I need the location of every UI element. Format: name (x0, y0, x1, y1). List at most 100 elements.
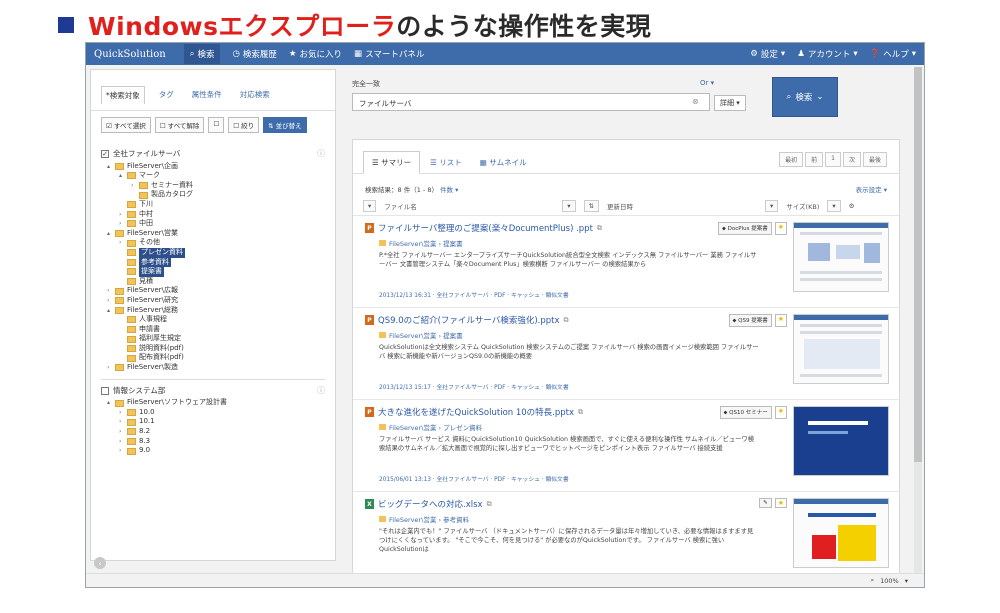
tab-tags[interactable]: タグ (155, 86, 178, 104)
tree-node[interactable]: › セミナー資料 (101, 181, 325, 191)
expand-caret-icon[interactable]: › (119, 437, 127, 447)
nav-history[interactable]: ◷ 検索履歴 (232, 48, 276, 60)
tree-node[interactable]: › FileServer\研究 (101, 296, 325, 306)
tree-node[interactable]: › FileServer\広報 (101, 286, 325, 296)
tree-node[interactable]: 下川 (101, 200, 325, 210)
nav-favorites[interactable]: ★ お気に入り (289, 48, 342, 60)
column-sort-button[interactable]: ⇅ (583, 199, 599, 212)
result-thumbnail[interactable] (793, 498, 889, 568)
scrollbar-thumb[interactable] (914, 67, 922, 462)
result-thumbnail[interactable] (793, 314, 889, 384)
deselect-all-button[interactable]: ☐ すべて解除 (154, 117, 205, 133)
result-thumbnail[interactable] (793, 406, 889, 476)
search-button[interactable]: ⌕ 検索 ⌄ (772, 77, 838, 117)
nav-help[interactable]: ❓ ヘルプ ▾ (870, 48, 916, 60)
column-menu-button[interactable]: ▾ (764, 199, 779, 212)
tab-summary[interactable]: ☰ サマリー (363, 151, 421, 174)
favorite-star-icon[interactable]: ★ (774, 314, 787, 327)
pager-page[interactable]: 1 (825, 152, 841, 167)
tree-node[interactable]: 製品カタログ (101, 190, 325, 200)
tree-root-infosys[interactable]: 情報システム部 ⓘ (101, 386, 325, 396)
nav-settings[interactable]: ⚙ 設定 ▾ (750, 48, 785, 60)
tree-node[interactable]: 人事規程 (101, 315, 325, 325)
tree-node[interactable]: プレゼン資料 (101, 247, 325, 258)
tree-node[interactable]: ▴ FileServer\総務 (101, 306, 325, 316)
tree-node[interactable]: 福利厚生規定 (101, 334, 325, 344)
favorite-star-icon[interactable]: ★ (774, 406, 787, 419)
favorite-star-icon[interactable]: ★ (774, 222, 787, 235)
expand-caret-icon[interactable]: › (119, 427, 127, 437)
clear-icon[interactable]: ⊗ (692, 97, 699, 106)
nav-smart-panel[interactable]: ▦ スマートパネル (354, 48, 424, 60)
tree-node[interactable]: 申請書 (101, 325, 325, 335)
expand-caret-icon[interactable]: › (107, 296, 115, 306)
sort-button[interactable]: ⇅ 並び替え (263, 117, 307, 133)
column-filename[interactable]: ファイル名 (384, 201, 554, 211)
expand-caret-icon[interactable]: › (119, 446, 127, 456)
tree-root-company[interactable]: ✓ 全社ファイルサーバ ⓘ (101, 149, 325, 159)
nav-search[interactable]: ⌕ 検索 (183, 44, 221, 64)
result-title-link[interactable]: ビッグデータへの対応.xlsx (378, 498, 483, 510)
tree-node[interactable]: ▴ マーク (101, 171, 325, 181)
detail-dropdown[interactable]: 詳細 ▾ (714, 95, 746, 111)
info-icon[interactable]: ⓘ (317, 149, 325, 159)
column-menu-button[interactable]: ▾ (562, 199, 576, 212)
tree-node[interactable]: › 10.0 (101, 408, 325, 418)
search-input[interactable]: ファイルサーバ (352, 93, 710, 111)
result-title-link[interactable]: 大きな進化を遂げたQuickSolution 10の特長.pptx (378, 406, 574, 418)
nav-account[interactable]: ♟ アカウント ▾ (797, 48, 857, 60)
expand-caret-icon[interactable]: ▴ (107, 306, 115, 316)
pager-first[interactable]: 最初 (779, 152, 804, 167)
pager-last[interactable]: 最後 (862, 152, 887, 167)
or-toggle[interactable]: Or ▾ (700, 79, 714, 87)
chevron-down-icon[interactable]: ▾ (905, 577, 908, 585)
tab-search-target[interactable]: *検索対象 (101, 86, 145, 104)
pager-next[interactable]: 次 (842, 152, 861, 167)
expand-caret-icon[interactable]: ▴ (107, 229, 115, 239)
tag-badge[interactable]: ⬥ DocPlus 提案書 (718, 222, 772, 235)
tree-node[interactable]: 参考資料 (101, 257, 325, 268)
expand-caret-icon[interactable]: › (119, 210, 127, 220)
expand-caret-icon[interactable]: › (107, 363, 115, 373)
tab-list[interactable]: ☰ リスト (422, 152, 470, 173)
tab-matching[interactable]: 対応検索 (236, 86, 274, 104)
checkbox-checked-icon[interactable]: ✓ (101, 150, 109, 158)
expand-caret-icon[interactable]: › (131, 181, 139, 191)
tree-node[interactable]: › その他 (101, 238, 325, 248)
tree-node[interactable]: 説明資料(pdf) (101, 344, 325, 354)
external-link-icon[interactable]: ⧉ (597, 224, 602, 233)
tree-node[interactable]: › 10.1 (101, 417, 325, 427)
tag-badge[interactable]: ⬥ QS9 提案書 (728, 314, 772, 327)
external-link-icon[interactable]: ⧉ (578, 408, 583, 417)
external-link-icon[interactable]: ⧉ (564, 316, 569, 325)
match-mode-label[interactable]: 完全一致 (352, 79, 380, 89)
result-title-link[interactable]: ファイルサーバ整理のご提案(楽々DocumentPlus) .ppt (378, 222, 593, 234)
tab-attributes[interactable]: 属性条件 (188, 86, 226, 104)
expand-caret-icon[interactable]: › (119, 408, 127, 418)
column-menu-button[interactable]: ▾ (827, 199, 841, 212)
column-menu-button[interactable]: ▾ (363, 199, 377, 212)
expand-caret-icon[interactable]: › (119, 417, 127, 427)
settings-icon[interactable]: ⚙ (849, 202, 855, 210)
expand-caret-icon[interactable]: › (119, 219, 127, 229)
tree-node[interactable]: ▴ FileServer\営業 (101, 229, 325, 239)
expand-caret-icon[interactable]: ▴ (119, 171, 127, 181)
pager-prev[interactable]: 前 (805, 152, 824, 167)
window-scrollbar[interactable] (914, 67, 922, 577)
tree-node[interactable]: 提案書 (101, 267, 325, 277)
tree-node[interactable]: 配布資料(pdf) (101, 353, 325, 363)
column-size[interactable]: サイズ(KB) (786, 201, 819, 211)
external-link-icon[interactable]: ⧉ (487, 500, 492, 509)
back-icon[interactable]: ‹ (94, 557, 106, 569)
tree-node[interactable]: ▴ FileServer\ソフトウェア設計書 (101, 398, 325, 408)
info-icon[interactable]: ⓘ (317, 386, 325, 396)
tree-node[interactable]: ▴ FileServer\企画 (101, 162, 325, 172)
blank-button[interactable]: ☐ (208, 117, 225, 133)
tree-node[interactable]: 見積 (101, 277, 325, 287)
tree-node[interactable]: › 中村 (101, 210, 325, 220)
select-all-button[interactable]: ☑ すべて選択 (101, 117, 151, 133)
expand-caret-icon[interactable]: ▴ (107, 398, 115, 408)
favorite-star-icon[interactable]: ★ (774, 498, 787, 508)
result-thumbnail[interactable] (793, 222, 889, 292)
expand-caret-icon[interactable]: › (119, 238, 127, 248)
